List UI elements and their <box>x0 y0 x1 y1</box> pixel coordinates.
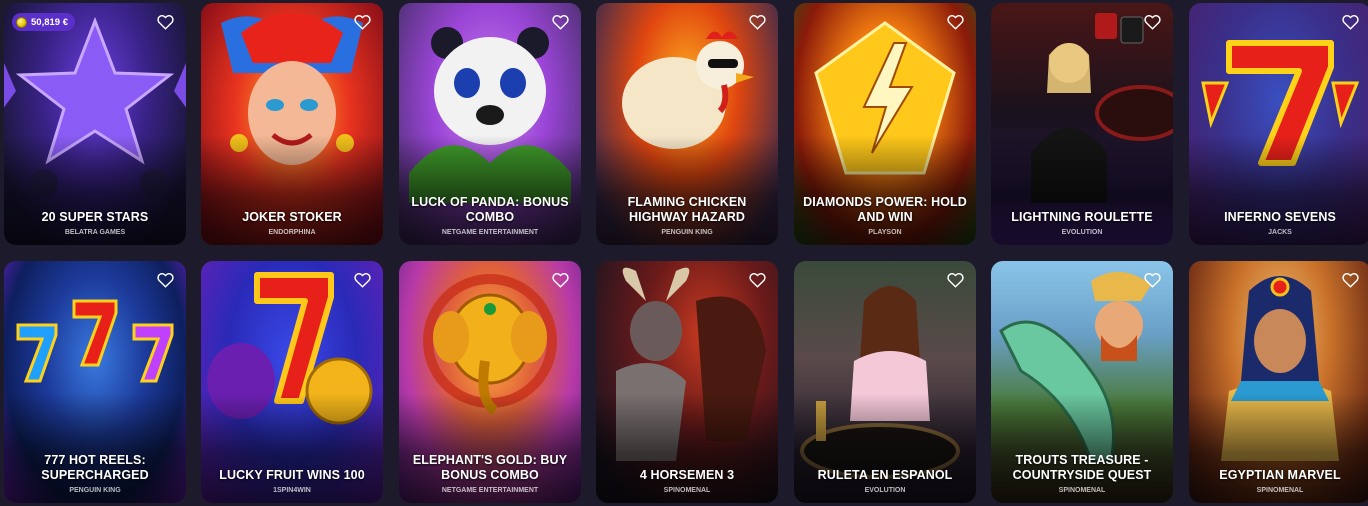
heart-outline-icon <box>1341 15 1359 30</box>
game-info: 4 HORSEMEN 3 SPINOMENAL <box>602 468 772 495</box>
game-card-diamonds-power[interactable]: DIAMONDS POWER: HOLD AND WIN PLAYSON <box>794 3 976 245</box>
game-title: LIGHTNING ROULETTE <box>1011 210 1153 224</box>
heart-outline-icon <box>1143 273 1161 288</box>
game-info: ELEPHANT'S GOLD: BUY BONUS COMBO NETGAME… <box>405 453 575 495</box>
game-card-4-horsemen[interactable]: 4 HORSEMEN 3 SPINOMENAL <box>596 261 778 503</box>
game-title: 20 SUPER STARS <box>41 210 149 224</box>
game-card-ruleta-en-espanol[interactable]: RULETA EN ESPANOL EVOLUTION <box>794 261 976 503</box>
game-title: EGYPTIAN MARVEL <box>1219 468 1341 482</box>
game-provider: PENGUIN KING <box>661 229 713 236</box>
favorite-button[interactable] <box>747 12 767 32</box>
heart-outline-icon <box>1341 273 1359 288</box>
game-grid: 50,819 € 20 SUPER STARS BELATRA GAMES JO… <box>0 0 1368 506</box>
game-card-flaming-chicken[interactable]: FLAMING CHICKEN HIGHWAY HAZARD PENGUIN K… <box>596 3 778 245</box>
game-info: LIGHTNING ROULETTE EVOLUTION <box>997 210 1167 237</box>
game-card-elephants-gold[interactable]: ELEPHANT'S GOLD: BUY BONUS COMBO NETGAME… <box>399 261 581 503</box>
game-info: TROUTS TREASURE - COUNTRYSIDE QUEST SPIN… <box>997 453 1167 495</box>
heart-outline-icon <box>946 273 964 288</box>
jackpot-value: 50,819 € <box>31 16 68 28</box>
game-provider: EVOLUTION <box>864 487 906 494</box>
game-card-20-super-stars[interactable]: 50,819 € 20 SUPER STARS BELATRA GAMES <box>4 3 186 245</box>
game-provider: BELATRA GAMES <box>64 229 126 236</box>
heart-outline-icon <box>353 273 371 288</box>
game-title: DIAMONDS POWER: HOLD AND WIN <box>803 195 967 224</box>
favorite-button[interactable] <box>945 270 965 290</box>
game-card-egyptian-marvel[interactable]: EGYPTIAN MARVEL SPINOMENAL <box>1189 261 1368 503</box>
game-provider: SPINOMENAL <box>1058 487 1106 494</box>
favorite-button[interactable] <box>1142 12 1162 32</box>
favorite-button[interactable] <box>1142 270 1162 290</box>
favorite-button[interactable] <box>352 12 372 32</box>
game-provider: PLAYSON <box>868 229 902 236</box>
game-title: INFERNO SEVENS <box>1224 210 1336 224</box>
favorite-button[interactable] <box>1340 12 1360 32</box>
heart-outline-icon <box>748 273 766 288</box>
game-title: JOKER STOKER <box>242 210 342 224</box>
game-title: 4 HORSEMEN 3 <box>639 468 735 482</box>
game-info: RULETA EN ESPANOL EVOLUTION <box>800 468 970 495</box>
game-title: ELEPHANT'S GOLD: BUY BONUS COMBO <box>412 453 568 482</box>
game-info: 20 SUPER STARS BELATRA GAMES <box>10 210 180 237</box>
jackpot-badge: 50,819 € <box>12 13 75 31</box>
favorite-button[interactable] <box>155 12 175 32</box>
game-provider: ENDORPHINA <box>268 229 316 236</box>
heart-outline-icon <box>748 15 766 30</box>
game-info: JOKER STOKER ENDORPHINA <box>207 210 377 237</box>
favorite-button[interactable] <box>550 270 570 290</box>
game-title: TROUTS TREASURE - COUNTRYSIDE QUEST <box>1012 453 1152 482</box>
game-title: 777 HOT REELS: SUPERCHARGED <box>41 453 149 482</box>
heart-outline-icon <box>946 15 964 30</box>
game-provider: NETGAME ENTERTAINMENT <box>441 229 539 236</box>
favorite-button[interactable] <box>550 12 570 32</box>
heart-outline-icon <box>156 273 174 288</box>
game-info: 777 HOT REELS: SUPERCHARGED PENGUIN KING <box>10 453 180 495</box>
game-provider: SPINOMENAL <box>663 487 711 494</box>
game-provider: JACKS <box>1268 229 1292 236</box>
heart-outline-icon <box>551 273 569 288</box>
game-provider: PENGUIN KING <box>69 487 121 494</box>
favorite-button[interactable] <box>352 270 372 290</box>
heart-outline-icon <box>1143 15 1161 30</box>
heart-outline-icon <box>353 15 371 30</box>
game-card-joker-stoker[interactable]: JOKER STOKER ENDORPHINA <box>201 3 383 245</box>
favorite-button[interactable] <box>1340 270 1360 290</box>
game-info: DIAMONDS POWER: HOLD AND WIN PLAYSON <box>800 195 970 237</box>
game-info: FLAMING CHICKEN HIGHWAY HAZARD PENGUIN K… <box>602 195 772 237</box>
game-title: RULETA EN ESPANOL <box>817 468 953 482</box>
game-title: FLAMING CHICKEN HIGHWAY HAZARD <box>627 195 747 224</box>
game-provider: EVOLUTION <box>1061 229 1103 236</box>
game-card-luck-of-panda[interactable]: LUCK OF PANDA: BONUS COMBO NETGAME ENTER… <box>399 3 581 245</box>
favorite-button[interactable] <box>155 270 175 290</box>
heart-outline-icon <box>156 15 174 30</box>
favorite-button[interactable] <box>747 270 767 290</box>
game-provider: NETGAME ENTERTAINMENT <box>441 487 539 494</box>
game-card-lightning-roulette[interactable]: LIGHTNING ROULETTE EVOLUTION <box>991 3 1173 245</box>
game-card-lucky-fruit-wins[interactable]: LUCKY FRUIT WINS 100 1SPIN4WIN <box>201 261 383 503</box>
game-info: LUCKY FRUIT WINS 100 1SPIN4WIN <box>207 468 377 495</box>
favorite-button[interactable] <box>945 12 965 32</box>
game-card-trouts-treasure[interactable]: TROUTS TREASURE - COUNTRYSIDE QUEST SPIN… <box>991 261 1173 503</box>
game-title: LUCKY FRUIT WINS 100 <box>219 468 365 482</box>
game-card-inferno-sevens[interactable]: INFERNO SEVENS JACKS <box>1189 3 1368 245</box>
game-title: LUCK OF PANDA: BONUS COMBO <box>411 195 569 224</box>
game-provider: 1SPIN4WIN <box>273 487 311 494</box>
coin-icon <box>16 16 27 28</box>
game-info: LUCK OF PANDA: BONUS COMBO NETGAME ENTER… <box>405 195 575 237</box>
heart-outline-icon <box>551 15 569 30</box>
game-card-777-hot-reels[interactable]: 777 HOT REELS: SUPERCHARGED PENGUIN KING <box>4 261 186 503</box>
game-provider: SPINOMENAL <box>1256 487 1304 494</box>
game-info: EGYPTIAN MARVEL SPINOMENAL <box>1195 468 1365 495</box>
game-info: INFERNO SEVENS JACKS <box>1195 210 1365 237</box>
